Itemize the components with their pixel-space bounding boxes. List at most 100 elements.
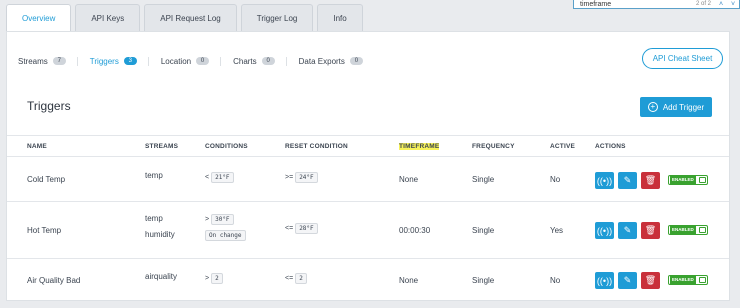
condition-extra: On change: [205, 230, 246, 241]
plus-icon: +: [647, 102, 658, 112]
stream-name: airquality: [145, 272, 178, 281]
condition: >30°F: [205, 214, 234, 225]
add-trigger-button[interactable]: + Add Trigger: [640, 97, 712, 117]
col-conditions: CONDITIONS: [205, 143, 248, 150]
col-actions: ACTIONS: [595, 143, 626, 150]
col-streams: STREAMS: [145, 143, 179, 150]
tab-api-keys[interactable]: API Keys: [75, 4, 141, 31]
toggle-label: ENABLED: [670, 276, 696, 284]
timeframe-value: None: [399, 276, 419, 285]
condition-value: 21°F: [211, 172, 234, 183]
frequency-value: Single: [472, 226, 495, 235]
edit-icon: ✎: [623, 275, 632, 285]
edit-icon: ✎: [623, 225, 632, 235]
reset-operator: <=: [285, 275, 294, 282]
page-title: Triggers: [27, 99, 71, 113]
reset-value: 24°F: [295, 172, 318, 183]
broadcast-button[interactable]: ((•)): [595, 172, 614, 189]
toggle-label: ENABLED: [670, 226, 696, 234]
sub-navigation: Streams 7 Triggers 3 Location 0 Charts 0…: [18, 54, 374, 68]
find-count: 2 of 2: [695, 1, 711, 7]
delete-button[interactable]: 🗑: [641, 172, 660, 189]
edit-button[interactable]: ✎: [618, 222, 637, 239]
broadcast-button[interactable]: ((•)): [595, 272, 614, 289]
stream-name: temp: [145, 171, 163, 180]
delete-button[interactable]: 🗑: [641, 222, 660, 239]
subnav-triggers[interactable]: Triggers 3: [89, 56, 149, 66]
toggle-knob: [699, 277, 706, 283]
reset-condition: <= 2: [285, 273, 307, 284]
condition-operator: >: [205, 216, 210, 223]
broadcast-icon: ((•)): [596, 225, 613, 236]
subnav-label: Triggers: [89, 56, 119, 66]
toggle-knob: [699, 227, 706, 233]
count-badge: 0: [349, 57, 363, 65]
edit-icon: ✎: [623, 175, 632, 185]
broadcast-icon: ((•)): [596, 175, 613, 186]
edit-button[interactable]: ✎: [618, 272, 637, 289]
tab-info[interactable]: Info: [317, 4, 363, 31]
condition-value: 30°F: [211, 214, 234, 225]
tab-trigger-log[interactable]: Trigger Log: [240, 4, 314, 31]
subnav-label: Data Exports: [298, 56, 345, 66]
col-active: ACTIVE: [550, 143, 576, 150]
col-timeframe: TIMEFRAME: [399, 143, 440, 150]
add-trigger-label: Add Trigger: [662, 102, 705, 112]
condition-operator: <: [205, 174, 210, 181]
reset-operator: <=: [285, 225, 294, 232]
count-badge: 3: [123, 57, 137, 65]
stream-name: humidity: [145, 230, 175, 239]
reset-condition: >= 24°F: [285, 172, 318, 183]
enabled-toggle[interactable]: ENABLED: [668, 275, 708, 285]
reset-value: 28°F: [295, 223, 318, 234]
edit-button[interactable]: ✎: [618, 172, 637, 189]
tab-api-request-log[interactable]: API Request Log: [144, 4, 237, 31]
count-badge: 0: [261, 57, 275, 65]
subnav-label: Location: [160, 56, 192, 66]
broadcast-icon: ((•)): [596, 275, 613, 286]
reset-condition: <= 28°F: [285, 223, 318, 234]
condition: <21°F: [205, 172, 234, 183]
subnav-charts[interactable]: Charts 0: [233, 56, 287, 66]
condition-value: 2: [211, 273, 223, 284]
col-frequency: FREQUENCY: [472, 143, 515, 150]
tab-overview[interactable]: Overview: [6, 4, 72, 32]
subnav-data-exports[interactable]: Data Exports 0: [299, 57, 374, 66]
reset-value: 2: [295, 273, 307, 284]
col-name: NAME: [27, 143, 47, 150]
tab-bar: Overview API Keys API Request Log Trigge…: [6, 4, 367, 32]
trigger-name: Cold Temp: [27, 175, 66, 184]
timeframe-value: None: [399, 175, 419, 184]
find-input[interactable]: timeframe: [574, 0, 696, 8]
table-row: Hot Temp temp humidity >30°F On change <…: [7, 202, 729, 259]
active-value: Yes: [550, 226, 564, 235]
toggle-label: ENABLED: [670, 176, 696, 184]
find-next-icon[interactable]: ˅: [727, 1, 739, 8]
count-badge: 0: [196, 57, 210, 65]
main-panel: Streams 7 Triggers 3 Location 0 Charts 0…: [6, 31, 730, 301]
enabled-toggle[interactable]: ENABLED: [668, 175, 708, 185]
find-prev-icon[interactable]: ˄: [715, 1, 727, 8]
delete-button[interactable]: 🗑: [641, 272, 660, 289]
table-header: NAME STREAMS CONDITIONS RESET CONDITION …: [7, 135, 729, 157]
reset-operator: >=: [285, 174, 294, 181]
trash-icon: 🗑: [644, 275, 657, 285]
stream-name: temp: [145, 214, 163, 223]
subnav-label: Streams: [18, 56, 48, 66]
find-bar: timeframe 2 of 2 ˄ ˅: [573, 0, 740, 9]
trash-icon: 🗑: [644, 175, 657, 185]
broadcast-button[interactable]: ((•)): [595, 222, 614, 239]
trigger-name: Hot Temp: [27, 226, 62, 235]
frequency-value: Single: [472, 175, 495, 184]
count-badge: 7: [52, 57, 66, 65]
active-value: No: [550, 175, 561, 184]
toggle-knob: [699, 177, 706, 183]
active-value: No: [550, 276, 561, 285]
subnav-location[interactable]: Location 0: [160, 56, 222, 66]
api-cheat-sheet-button[interactable]: API Cheat Sheet: [642, 48, 723, 69]
enabled-toggle[interactable]: ENABLED: [668, 225, 708, 235]
trash-icon: 🗑: [644, 225, 657, 235]
table-row: Cold Temp temp <21°F >= 24°F None Single …: [7, 157, 729, 202]
subnav-streams[interactable]: Streams 7: [18, 56, 78, 66]
on-change-chip: On change: [205, 230, 246, 241]
